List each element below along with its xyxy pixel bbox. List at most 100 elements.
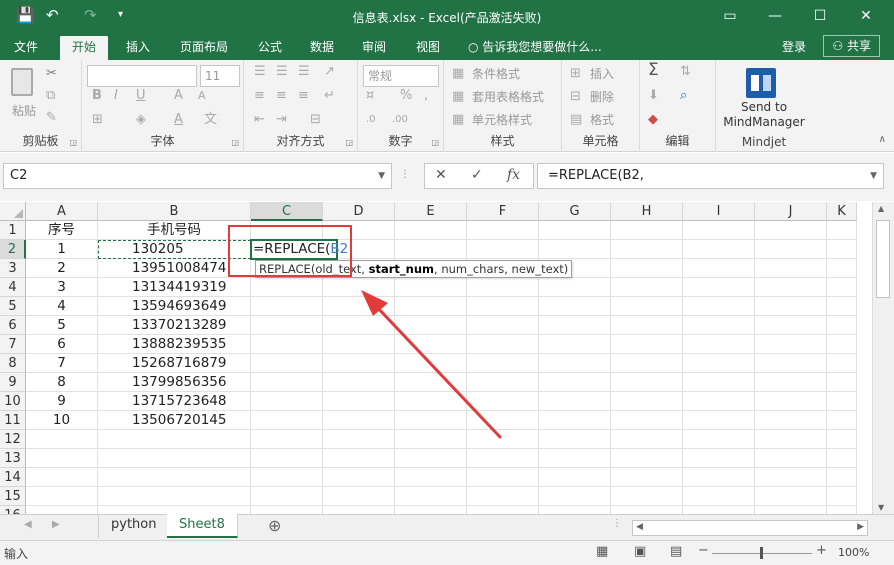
grid-cell[interactable] <box>323 506 395 514</box>
font-color-button[interactable]: A <box>174 112 183 128</box>
grid-cell[interactable] <box>683 392 755 411</box>
name-box[interactable]: C2 ▼ <box>3 163 392 189</box>
grid-cell[interactable] <box>755 221 827 240</box>
tab-splitter-icon[interactable]: ⋮ <box>612 518 622 529</box>
grid-cell[interactable] <box>323 487 395 506</box>
scroll-right-icon[interactable]: ▶ <box>857 522 864 532</box>
insert-cells-button[interactable]: 插入 <box>590 66 614 82</box>
bold-button[interactable]: B <box>92 88 102 104</box>
comma-icon[interactable]: , <box>424 88 428 104</box>
grid-cell[interactable] <box>683 468 755 487</box>
grid-cell[interactable] <box>251 430 323 449</box>
cancel-icon[interactable]: ✕ <box>435 167 447 183</box>
row-header[interactable]: 9 <box>0 373 26 392</box>
grid-cell[interactable]: 2 <box>26 259 98 278</box>
column-header[interactable]: K <box>827 202 857 221</box>
grid-cell[interactable]: 13888239535 <box>98 335 251 354</box>
scroll-down-icon[interactable]: ▼ <box>878 503 884 512</box>
grid-cell[interactable] <box>827 373 857 392</box>
paste-button[interactable]: 粘贴 <box>6 66 38 124</box>
page-layout-view-icon[interactable]: ▣ <box>634 544 646 559</box>
grid-cell[interactable] <box>251 468 323 487</box>
clear-icon[interactable]: ◆ <box>648 112 658 128</box>
grid-cell[interactable] <box>98 487 251 506</box>
dialog-launcher-icon[interactable]: ◲ <box>431 138 439 147</box>
row-header[interactable]: 6 <box>0 316 26 335</box>
grid-cell[interactable] <box>395 487 467 506</box>
grid-cell[interactable] <box>395 297 467 316</box>
horizontal-scrollbar[interactable]: ◀ ▶ <box>632 520 868 536</box>
grid-cell[interactable] <box>323 373 395 392</box>
grid-cell[interactable] <box>395 316 467 335</box>
grid-cell[interactable] <box>98 506 251 514</box>
row-header[interactable]: 10 <box>0 392 26 411</box>
grid-cell[interactable] <box>827 259 857 278</box>
grid-cell[interactable] <box>827 411 857 430</box>
grid-cell[interactable] <box>611 468 683 487</box>
align-left-icon[interactable]: ≡ <box>254 88 265 104</box>
grid-cell[interactable] <box>323 316 395 335</box>
cut-icon[interactable]: ✂ <box>46 66 57 82</box>
grid-cell[interactable] <box>395 335 467 354</box>
grid-cell[interactable] <box>251 487 323 506</box>
grid-cell[interactable] <box>26 449 98 468</box>
grid-cell[interactable] <box>467 221 539 240</box>
number-format-select[interactable]: 常规 <box>363 65 439 87</box>
grid-cell[interactable] <box>539 487 611 506</box>
tab-data[interactable]: 数据 <box>308 36 336 60</box>
grid-cell[interactable] <box>755 392 827 411</box>
grid-cell[interactable] <box>26 506 98 514</box>
insert-function-button[interactable]: fx <box>507 167 520 183</box>
normal-view-icon[interactable]: ▦ <box>596 544 608 559</box>
grid-cell[interactable] <box>539 506 611 514</box>
grid-cell[interactable] <box>611 221 683 240</box>
scroll-thumb[interactable] <box>876 220 890 298</box>
grid-cell[interactable] <box>683 354 755 373</box>
vertical-scrollbar[interactable]: ▲ ▼ <box>872 202 894 514</box>
grid-cell[interactable] <box>251 278 323 297</box>
grid-cell[interactable] <box>251 335 323 354</box>
shrink-font-button[interactable]: A <box>198 88 206 104</box>
grid-cell[interactable] <box>98 430 251 449</box>
row-header[interactable]: 12 <box>0 430 26 449</box>
grid-cell[interactable] <box>539 449 611 468</box>
grid-cell[interactable] <box>467 392 539 411</box>
grid-cell[interactable] <box>539 316 611 335</box>
grid-cell[interactable] <box>323 335 395 354</box>
grid-cell[interactable] <box>395 430 467 449</box>
grid-cell[interactable] <box>827 392 857 411</box>
grid-cell[interactable] <box>827 430 857 449</box>
grid-cell[interactable] <box>611 373 683 392</box>
grid-cell[interactable] <box>611 487 683 506</box>
grid-cell[interactable] <box>395 240 467 259</box>
grid-cell[interactable] <box>611 354 683 373</box>
dialog-launcher-icon[interactable]: ◲ <box>345 138 353 147</box>
ribbon-display-icon[interactable]: ▭ <box>710 5 750 27</box>
format-painter-icon[interactable]: ✎ <box>46 110 57 126</box>
percent-button[interactable]: % <box>400 88 412 104</box>
grid-cell[interactable] <box>251 392 323 411</box>
grid-cell[interactable] <box>467 449 539 468</box>
grid-cell[interactable] <box>755 297 827 316</box>
dialog-launcher-icon[interactable]: ◲ <box>69 138 77 147</box>
conditional-format-button[interactable]: 条件格式 <box>472 66 520 82</box>
grid-cell[interactable] <box>467 354 539 373</box>
fill-icon[interactable]: ⬇ <box>648 88 659 104</box>
grid-cell[interactable] <box>539 297 611 316</box>
zoom-slider-thumb[interactable] <box>760 547 763 559</box>
row-header[interactable]: 13 <box>0 449 26 468</box>
grid-cell[interactable] <box>539 354 611 373</box>
cell-styles-button[interactable]: 单元格样式 <box>472 112 532 128</box>
column-header[interactable]: D <box>323 202 395 221</box>
grid-cell[interactable] <box>611 316 683 335</box>
grid-cell[interactable]: 13799856356 <box>98 373 251 392</box>
minimize-button[interactable]: — <box>755 5 795 27</box>
grid-cell[interactable] <box>467 335 539 354</box>
grid-cell[interactable] <box>251 449 323 468</box>
grid-cell[interactable] <box>611 430 683 449</box>
grid-cell[interactable] <box>611 411 683 430</box>
grid-cell[interactable] <box>395 278 467 297</box>
row-header[interactable]: 2 <box>0 240 26 259</box>
grid-cell[interactable] <box>395 411 467 430</box>
grid-cell[interactable] <box>251 297 323 316</box>
